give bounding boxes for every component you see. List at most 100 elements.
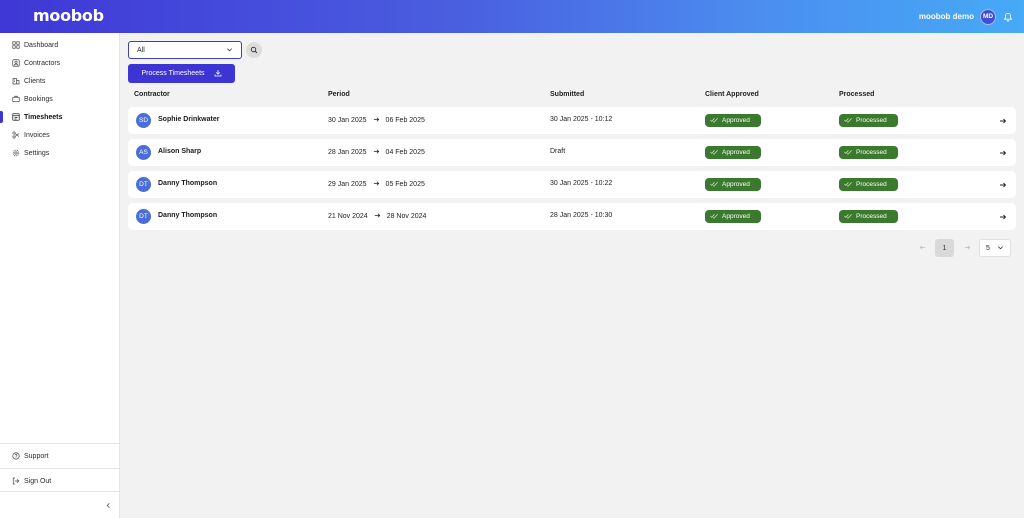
period: 30 Jan 2025 06 Feb 2025 [328, 116, 425, 125]
arrow-right-icon [373, 180, 380, 189]
column-header-submitted[interactable]: Submitted [550, 91, 584, 98]
collapse-sidebar-icon[interactable] [103, 500, 113, 510]
logout-icon [11, 477, 20, 486]
period: 28 Jan 2025 04 Feb 2025 [328, 148, 425, 157]
arrow-right-icon[interactable] [998, 212, 1007, 221]
processed-label: Processed [856, 213, 887, 220]
sidebar-item-clients[interactable]: Clients [0, 73, 119, 89]
chevron-down-icon [997, 244, 1004, 253]
period-start: 21 Nov 2024 [328, 213, 368, 220]
table-row[interactable]: DT Danny Thompson 21 Nov 2024 28 Nov 202… [128, 203, 1016, 230]
process-timesheets-button[interactable]: Process Timesheets [128, 64, 235, 83]
period-start: 29 Jan 2025 [328, 181, 367, 188]
chevron-down-icon [226, 46, 233, 55]
avatar: DT [136, 209, 151, 224]
help-circle-icon [11, 452, 20, 461]
contractor-name: Danny Thompson [158, 212, 218, 219]
double-check-icon [844, 181, 852, 189]
approved-badge: Approved [705, 178, 761, 191]
process-button-label: Process Timesheets [141, 70, 205, 77]
table-row[interactable]: DT Danny Thompson 29 Jan 2025 05 Feb 202… [128, 171, 1016, 198]
column-header-period[interactable]: Period [328, 91, 350, 98]
user-area: moobob demo MD [919, 0, 1014, 33]
download-icon [214, 69, 222, 79]
search-button[interactable] [246, 42, 262, 58]
arrow-right-icon[interactable] [998, 180, 1007, 189]
sidebar-item-invoices[interactable]: Invoices [0, 127, 119, 143]
double-check-icon [710, 213, 718, 221]
approved-badge: Approved [705, 146, 761, 159]
processed-label: Processed [856, 181, 887, 188]
approved-label: Approved [722, 213, 750, 220]
sidebar-item-signout[interactable]: Sign Out [0, 473, 119, 489]
contractor-name: Alison Sharp [158, 148, 202, 155]
avatar: DT [136, 177, 151, 192]
period-start: 30 Jan 2025 [328, 117, 367, 124]
invoice-icon [11, 131, 20, 140]
double-check-icon [844, 149, 852, 157]
period-start: 28 Jan 2025 [328, 149, 367, 156]
sidebar-item-label: Contractors [24, 59, 61, 67]
period-end: 28 Nov 2024 [386, 213, 427, 220]
submitted-value: 28 Jan 2025 - 10:30 [550, 212, 613, 219]
processed-badge: Processed [839, 146, 898, 159]
submitted-value: 30 Jan 2025 - 10:22 [550, 180, 613, 187]
sidebar-divider [0, 491, 119, 492]
page-size-select[interactable]: 5 [979, 239, 1011, 257]
sidebar-item-label: Clients [24, 77, 46, 85]
pagination-prev-icon[interactable] [917, 242, 927, 252]
pagination-next-icon[interactable] [962, 242, 972, 252]
processed-badge: Processed [839, 114, 898, 127]
pagination-page[interactable]: 1 [935, 239, 954, 257]
sidebar-item-dashboard[interactable]: Dashboard [0, 37, 119, 53]
submitted-value: Draft [550, 148, 566, 155]
logo[interactable]: moobob [33, 6, 104, 25]
briefcase-icon [11, 95, 20, 104]
table-row[interactable]: AS Alison Sharp 28 Jan 2025 04 Feb 2025 … [128, 139, 1016, 166]
sidebar-divider [0, 443, 119, 444]
approved-badge: Approved [705, 114, 761, 127]
double-check-icon [710, 181, 718, 189]
column-header-contractor[interactable]: Contractor [134, 91, 170, 98]
contractor-name: Sophie Drinkwater [158, 116, 220, 123]
double-check-icon [844, 117, 852, 125]
bell-icon[interactable] [1002, 11, 1014, 23]
sidebar-item-label: Support [24, 452, 49, 460]
processed-badge: Processed [839, 178, 898, 191]
sidebar-item-contractors[interactable]: Contractors [0, 55, 119, 71]
avatar: SD [136, 113, 151, 128]
sidebar-item-label: Bookings [24, 95, 53, 103]
filter-selected-value: All [137, 46, 145, 54]
arrow-right-icon[interactable] [998, 116, 1007, 125]
arrow-right-icon [373, 116, 380, 125]
user-name[interactable]: moobob demo [919, 12, 974, 21]
period: 29 Jan 2025 05 Feb 2025 [328, 180, 425, 189]
sidebar-item-label: Dashboard [24, 41, 59, 49]
submitted-value: 30 Jan 2025 - 10:12 [550, 116, 613, 123]
user-avatar[interactable]: MD [980, 8, 996, 25]
period: 21 Nov 2024 28 Nov 2024 [328, 212, 426, 221]
sidebar-item-label: Invoices [24, 131, 50, 139]
building-icon [11, 77, 20, 86]
approved-label: Approved [722, 149, 750, 156]
double-check-icon [710, 117, 718, 125]
sidebar: Dashboard Contractors Clients Bookings T… [0, 33, 120, 518]
column-header-client-approved[interactable]: Client Approved [705, 91, 759, 98]
column-header-processed[interactable]: Processed [839, 91, 874, 98]
sidebar-item-settings[interactable]: Settings [0, 145, 119, 161]
period-end: 05 Feb 2025 [385, 181, 425, 188]
period-end: 06 Feb 2025 [385, 117, 425, 124]
arrow-right-icon [373, 148, 380, 157]
contractor-name: Danny Thompson [158, 180, 218, 187]
table-row[interactable]: SD Sophie Drinkwater 30 Jan 2025 06 Feb … [128, 107, 1016, 134]
arrow-right-icon[interactable] [998, 148, 1007, 157]
sidebar-item-timesheets[interactable]: Timesheets [0, 109, 119, 125]
sidebar-item-support[interactable]: Support [0, 448, 119, 464]
status-filter-select[interactable]: All [128, 41, 242, 59]
processed-label: Processed [856, 117, 887, 124]
top-bar: moobob moobob demo MD [0, 0, 1024, 33]
approved-label: Approved [722, 181, 750, 188]
processed-badge: Processed [839, 210, 898, 223]
timesheet-icon [11, 113, 20, 122]
sidebar-item-bookings[interactable]: Bookings [0, 91, 119, 107]
